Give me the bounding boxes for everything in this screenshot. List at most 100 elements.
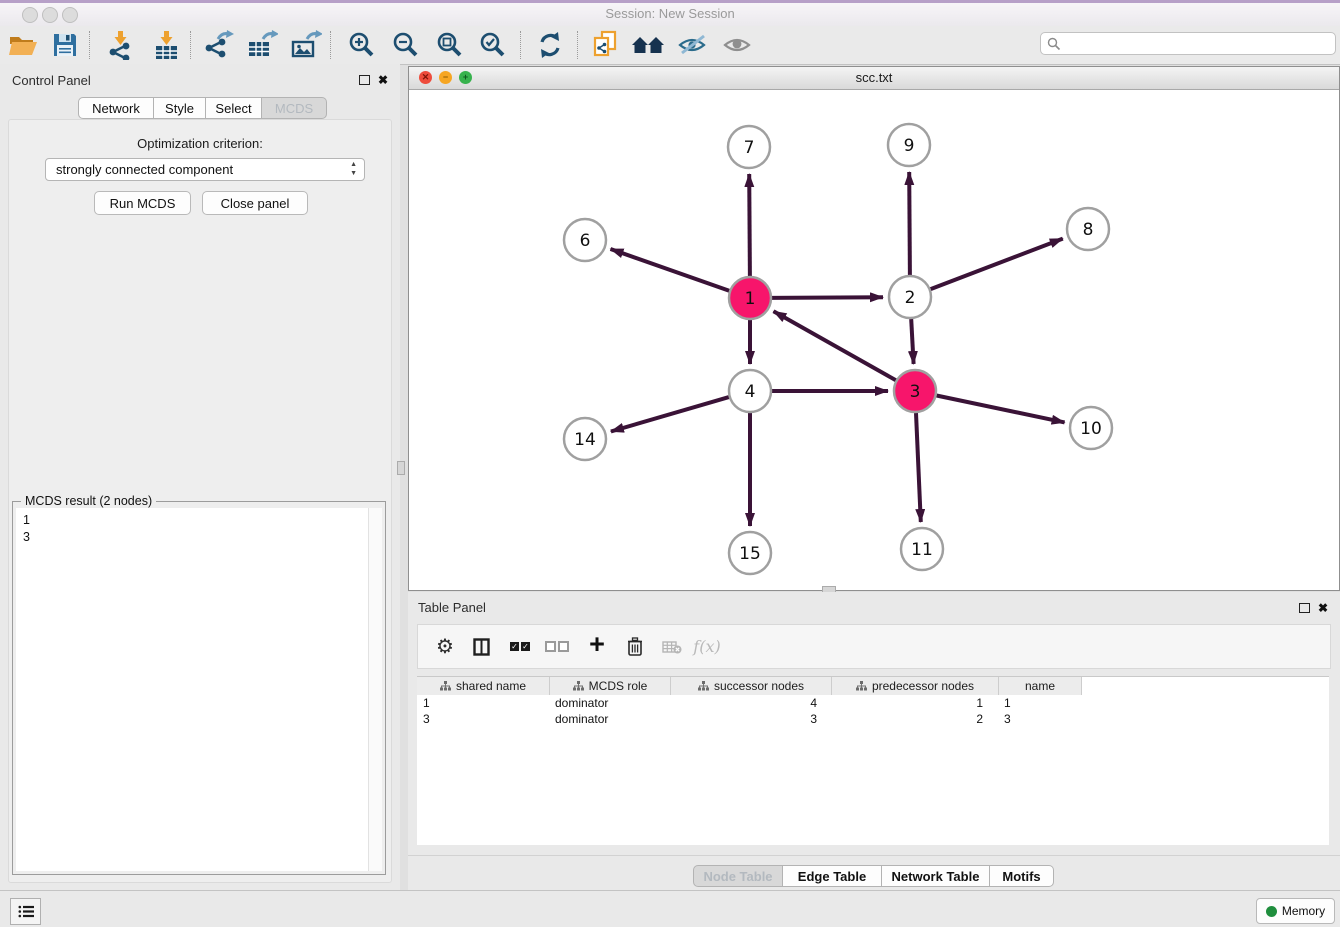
search-field[interactable] — [1040, 32, 1336, 55]
copy-network-button[interactable] — [587, 28, 623, 62]
network-canvas[interactable]: 7 9 6 8 1 2 4 3 14 10 15 11 — [409, 90, 1337, 589]
graph-edge-1-2[interactable] — [772, 297, 883, 298]
zoom-selected-button[interactable] — [475, 28, 511, 62]
network-minimize-button[interactable]: − — [439, 71, 452, 84]
open-file-button[interactable] — [5, 28, 41, 62]
table-settings-button[interactable]: ⚙ — [430, 625, 460, 668]
control-panel-float-icon[interactable] — [359, 75, 370, 85]
memory-button[interactable]: Memory — [1256, 898, 1335, 924]
table-panel-title: Table Panel — [418, 600, 486, 615]
zoom-in-button[interactable] — [344, 28, 380, 62]
table-panel-close-icon[interactable]: ✖ — [1318, 602, 1328, 614]
function-builder-button[interactable]: f(x) — [692, 625, 722, 668]
graph-node-14[interactable]: 14 — [564, 418, 606, 460]
plus-icon: + — [589, 629, 605, 660]
graph-edge-2-8[interactable] — [931, 239, 1063, 290]
graph-node-label: 3 — [910, 382, 921, 402]
column-header-name[interactable]: name — [999, 677, 1082, 695]
graph-node-6[interactable]: 6 — [564, 219, 606, 261]
cell-name[interactable]: 3 — [995, 711, 1077, 727]
delete-table-button[interactable] — [657, 625, 687, 668]
first-neighbors-button[interactable] — [630, 28, 666, 62]
graph-edge-3-1[interactable] — [774, 311, 896, 380]
graph-edge-2-9[interactable] — [909, 172, 910, 275]
search-input[interactable] — [1061, 36, 1315, 52]
tab-node-table[interactable]: Node Table — [693, 865, 783, 887]
hide-selected-button[interactable] — [674, 28, 710, 62]
cell-shared-name[interactable]: 1 — [417, 695, 549, 711]
cell-mcds-role[interactable]: dominator — [549, 695, 669, 711]
tab-edge-table[interactable]: Edge Table — [783, 865, 882, 887]
add-column-button[interactable]: + — [582, 625, 612, 668]
cell-name[interactable]: 1 — [995, 695, 1077, 711]
graph-edge-4-14[interactable] — [611, 397, 729, 431]
select-all-columns-button[interactable]: ✓ ✓ — [505, 625, 535, 668]
cell-successor-nodes[interactable]: 3 — [669, 711, 829, 727]
import-table-button[interactable] — [148, 28, 184, 62]
shared-column-icon — [573, 681, 584, 691]
zoom-out-button[interactable] — [388, 28, 424, 62]
table-panel-float-icon[interactable] — [1299, 603, 1310, 613]
show-all-button[interactable] — [719, 28, 755, 62]
tab-mcds[interactable]: MCDS — [262, 97, 327, 119]
window-title: Session: New Session — [0, 3, 1340, 25]
table-row[interactable]: 3 dominator 3 2 3 — [417, 711, 1329, 727]
tab-network-table[interactable]: Network Table — [882, 865, 990, 887]
graph-node-7[interactable]: 7 — [728, 126, 770, 168]
column-header-successor-nodes[interactable]: successor nodes — [671, 677, 832, 695]
graph-node-11[interactable]: 11 — [901, 528, 943, 570]
network-close-button[interactable]: ✕ — [419, 71, 432, 84]
cell-predecessor-nodes[interactable]: 2 — [829, 711, 995, 727]
mcds-result-scrollbar[interactable] — [368, 508, 382, 871]
graph-node-9[interactable]: 9 — [888, 124, 930, 166]
graph-node-10[interactable]: 10 — [1070, 407, 1112, 449]
graph-node-4[interactable]: 4 — [729, 370, 771, 412]
tab-style[interactable]: Style — [154, 97, 206, 119]
graph-node-15[interactable]: 15 — [729, 532, 771, 574]
graph-edge-1-7[interactable] — [749, 174, 750, 276]
graph-edge-3-10[interactable] — [937, 396, 1065, 423]
tab-network[interactable]: Network — [78, 97, 154, 119]
save-session-button[interactable] — [47, 28, 83, 62]
graph-node-3[interactable]: 3 — [894, 370, 936, 412]
table-row[interactable]: 1 dominator 4 1 1 — [417, 695, 1329, 711]
control-panel-close-icon[interactable]: ✖ — [378, 74, 388, 86]
zoom-in-icon — [348, 31, 376, 59]
column-header-shared-name[interactable]: shared name — [417, 677, 550, 695]
graph-edge-3-11[interactable] — [916, 413, 921, 522]
unselect-all-columns-button[interactable] — [542, 625, 572, 668]
tab-select[interactable]: Select — [206, 97, 262, 119]
vertical-splitter-grip[interactable] — [397, 461, 405, 475]
column-layout-button[interactable] — [466, 625, 496, 668]
network-zoom-button[interactable]: + — [459, 71, 472, 84]
network-graph[interactable]: 7 9 6 8 1 2 4 3 14 10 15 11 — [409, 90, 1337, 589]
import-network-button[interactable] — [102, 28, 138, 62]
graph-node-2[interactable]: 2 — [889, 276, 931, 318]
run-mcds-button[interactable]: Run MCDS — [94, 191, 191, 215]
cell-shared-name[interactable]: 3 — [417, 711, 549, 727]
column-header-predecessor-nodes[interactable]: predecessor nodes — [832, 677, 999, 695]
close-window-button[interactable] — [22, 7, 38, 23]
close-panel-button[interactable]: Close panel — [202, 191, 308, 215]
network-window-titlebar[interactable]: ✕ − + scc.txt — [409, 67, 1339, 90]
zoom-window-button[interactable] — [62, 7, 78, 23]
refresh-button[interactable] — [532, 28, 568, 62]
graph-edge-2-3[interactable] — [911, 319, 913, 364]
graph-node-1[interactable]: 1 — [729, 277, 771, 319]
graph-node-8[interactable]: 8 — [1067, 208, 1109, 250]
graph-edge-1-6[interactable] — [611, 249, 730, 291]
minimize-window-button[interactable] — [42, 7, 58, 23]
delete-column-button[interactable] — [620, 625, 650, 668]
criterion-dropdown[interactable]: strongly connected component ▲▼ — [45, 158, 365, 181]
cell-predecessor-nodes[interactable]: 1 — [829, 695, 995, 711]
cell-mcds-role[interactable]: dominator — [549, 711, 669, 727]
export-image-button[interactable] — [288, 28, 324, 62]
export-table-button[interactable] — [244, 28, 280, 62]
column-header-mcds-role[interactable]: MCDS role — [550, 677, 671, 695]
tab-motifs[interactable]: Motifs — [990, 865, 1054, 887]
cell-successor-nodes[interactable]: 4 — [669, 695, 829, 711]
export-network-button[interactable] — [200, 28, 236, 62]
status-list-button[interactable] — [10, 898, 41, 925]
zoom-fit-button[interactable] — [432, 28, 468, 62]
network-window-title: scc.txt — [409, 67, 1339, 88]
